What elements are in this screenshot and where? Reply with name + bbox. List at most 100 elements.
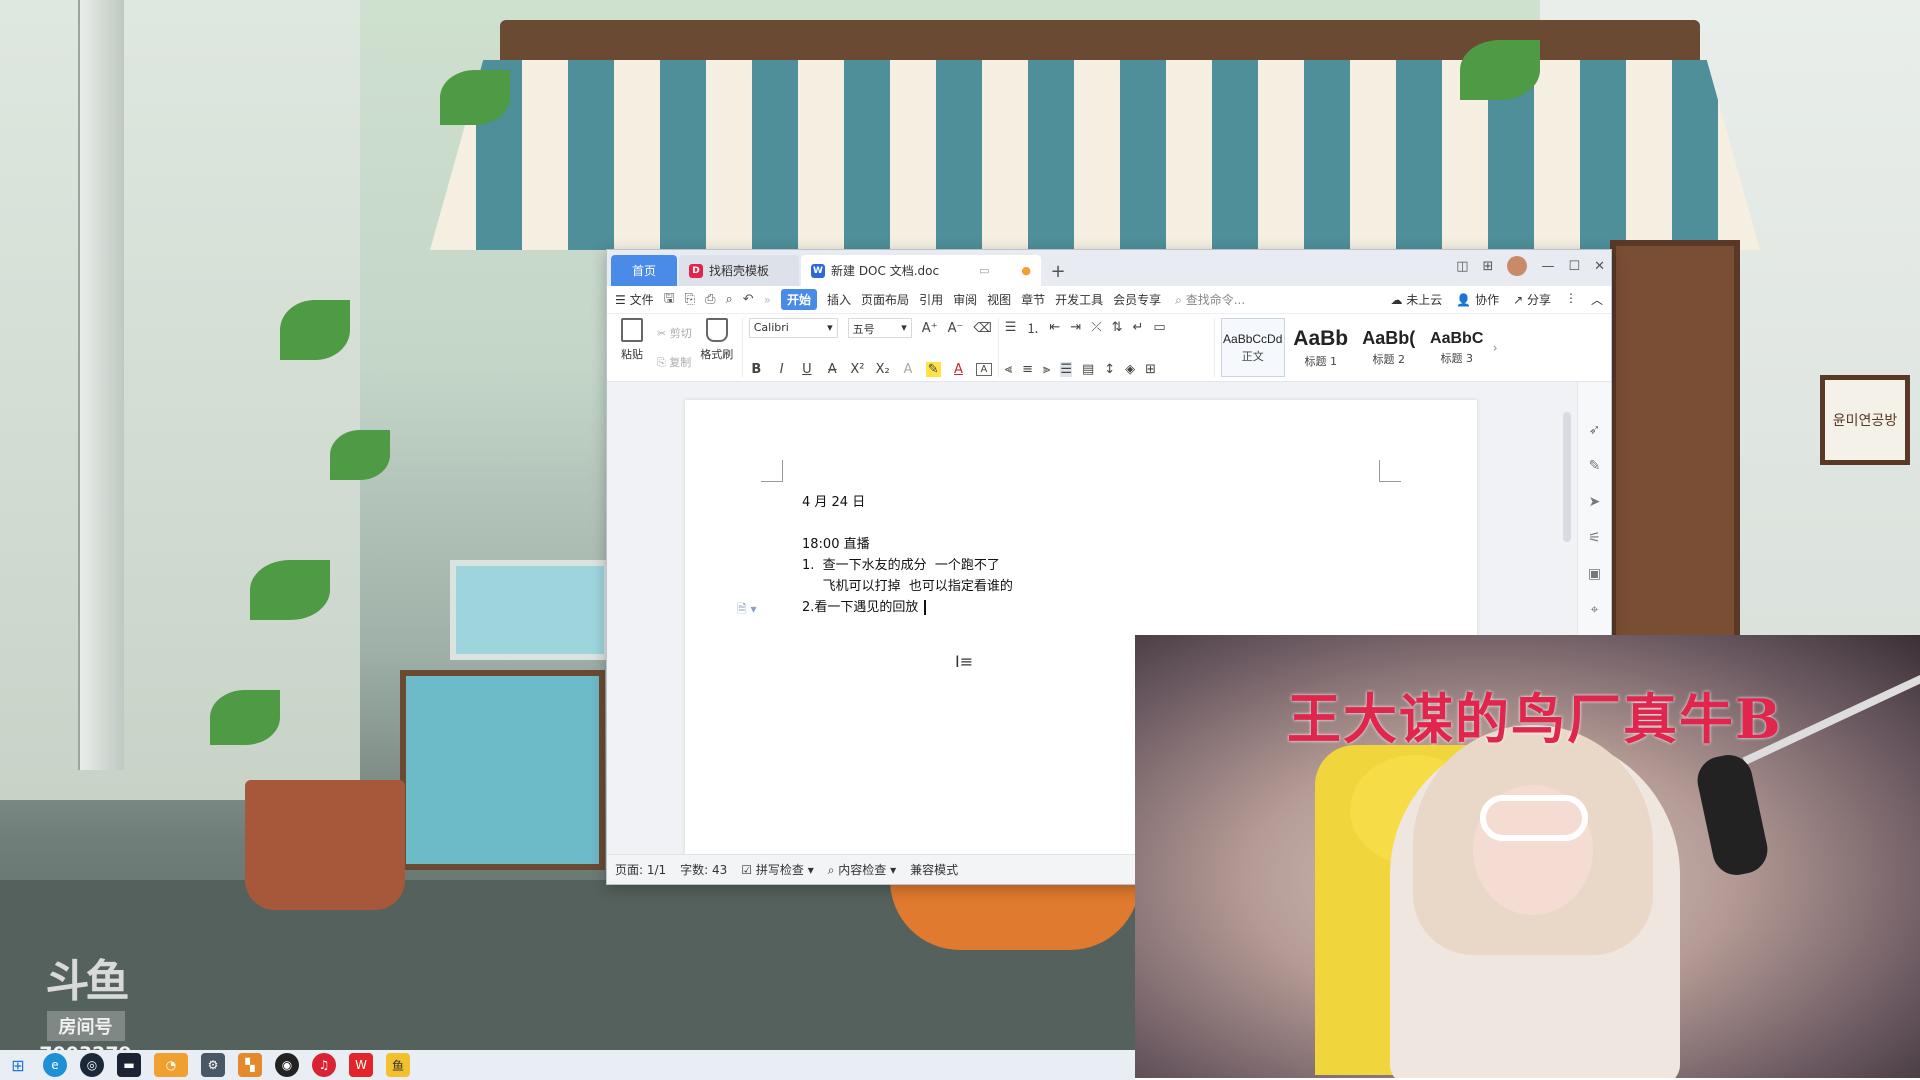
avatar[interactable] xyxy=(1507,256,1528,276)
content-check-button[interactable]: ⌕ 内容检查 ▾ xyxy=(828,861,896,878)
format-painter-button[interactable]: 格式刷 xyxy=(698,318,736,377)
undo-icon[interactable]: ↶ xyxy=(743,292,754,307)
menu-member[interactable]: 会员专享 xyxy=(1113,291,1161,308)
adjust-icon[interactable]: ⚟ xyxy=(1588,530,1601,546)
styles-more-icon[interactable]: › xyxy=(1493,318,1498,377)
style-normal[interactable]: AaBbCcDd 正文 xyxy=(1220,318,1285,377)
font-size-select[interactable]: 五号 ▾ xyxy=(847,318,912,338)
rocket-icon[interactable]: ➶ xyxy=(1589,422,1601,438)
superscript-icon[interactable]: X² xyxy=(850,362,865,377)
justify-icon[interactable]: ☰ xyxy=(1060,362,1072,377)
font-color-icon[interactable]: A xyxy=(951,362,966,377)
menu-layout[interactable]: 页面布局 xyxy=(861,291,909,308)
menu-references[interactable]: 引用 xyxy=(919,291,943,308)
command-search[interactable]: ⌕ 查找命令... xyxy=(1175,291,1245,308)
fox-illustration xyxy=(890,880,1140,950)
save-icon[interactable]: 🖫 xyxy=(664,289,675,311)
text-effect-icon[interactable]: A xyxy=(900,362,915,377)
monitor-icon[interactable]: ▭ xyxy=(979,264,989,277)
bullet-list-icon[interactable]: ☰ xyxy=(1005,320,1017,335)
share-button[interactable]: ↗ 分享 xyxy=(1513,291,1551,308)
menu-review[interactable]: 审阅 xyxy=(953,291,977,308)
close-icon[interactable]: ✕ xyxy=(1594,259,1605,274)
ruler-icon[interactable]: ▭ xyxy=(1153,320,1165,335)
kebab-icon[interactable]: ⋮ xyxy=(1565,291,1577,308)
line-spacing-icon[interactable]: ↕ xyxy=(1104,362,1115,377)
font-name-select[interactable]: Calibri ▾ xyxy=(748,318,838,338)
apps-grid-icon[interactable]: ⊞ xyxy=(1483,259,1494,274)
paragraph-handle-icon[interactable]: 🗎 ▾ xyxy=(737,600,757,621)
menu-view[interactable]: 视图 xyxy=(987,291,1011,308)
increase-indent-icon[interactable]: ⇥ xyxy=(1070,320,1081,335)
cloud-button[interactable]: ☁ 未上云 xyxy=(1390,291,1442,308)
menu-chapter[interactable]: 章节 xyxy=(1021,291,1045,308)
grow-font-icon[interactable]: A⁺ xyxy=(922,321,938,336)
paste-button[interactable]: 粘贴 xyxy=(613,318,651,377)
shrink-font-icon[interactable]: A⁻ xyxy=(948,321,964,336)
bold-icon[interactable]: B xyxy=(749,362,764,377)
steam-icon[interactable]: ◎ xyxy=(80,1053,104,1077)
show-marks-icon[interactable]: ↵ xyxy=(1133,320,1144,335)
minimize-icon[interactable]: — xyxy=(1541,259,1554,274)
spellcheck-button[interactable]: ☑ 拼写检查 ▾ xyxy=(741,861,813,878)
settings-icon[interactable]: ⚙ xyxy=(201,1053,225,1077)
distribute-icon[interactable]: ▤ xyxy=(1082,362,1094,377)
document-body[interactable]: 4 月 24 日 18:00 直播 1. 查一下水友的成分 一个跑不了 飞机可以… xyxy=(802,492,1013,618)
tab-docer[interactable]: D 找稻壳模板 xyxy=(679,255,799,286)
layout-icon[interactable]: ◫ xyxy=(1456,259,1468,274)
collab-button[interactable]: 👤 协作 xyxy=(1456,291,1499,308)
wps-icon[interactable]: W xyxy=(349,1053,373,1077)
new-tab-button[interactable]: + xyxy=(1043,256,1073,286)
print-icon[interactable]: ⎙ xyxy=(705,292,715,307)
subscript-icon[interactable]: X₂ xyxy=(875,362,890,377)
unsaved-dot-icon: ● xyxy=(1021,264,1031,277)
cut-button[interactable]: ✂ 剪切 xyxy=(657,325,692,341)
chinese-layout-icon[interactable]: ⤫ xyxy=(1091,320,1101,335)
word-count[interactable]: 字数: 43 xyxy=(680,861,727,878)
netease-music-icon[interactable]: ♫ xyxy=(312,1053,336,1077)
edge-icon[interactable]: e xyxy=(43,1053,67,1077)
export-icon[interactable]: ⎘ xyxy=(685,292,695,307)
collapse-ribbon-icon[interactable]: ︿ xyxy=(1591,291,1603,308)
char-border-icon[interactable]: A xyxy=(976,363,992,376)
style-heading-1[interactable]: AaBb 标题 1 xyxy=(1289,318,1353,377)
menu-start[interactable]: 开始 xyxy=(781,289,818,310)
strikethrough-icon[interactable]: A̶ xyxy=(825,362,840,377)
wechat-icon[interactable]: ◔ xyxy=(154,1053,188,1077)
image-icon[interactable]: ▣ xyxy=(1588,566,1601,582)
douyu-icon[interactable]: 鱼 xyxy=(386,1053,410,1077)
sort-icon[interactable]: ⇅ xyxy=(1112,320,1123,335)
select-arrow-icon[interactable]: ➤ xyxy=(1589,494,1601,510)
menu-developer[interactable]: 开发工具 xyxy=(1055,291,1103,308)
borders-icon[interactable]: ⊞ xyxy=(1145,362,1156,377)
style-heading-2[interactable]: AaBb(标题 2 xyxy=(1357,318,1421,377)
menu-file[interactable]: ☰ 文件 xyxy=(615,291,654,308)
preview-icon[interactable]: ⌕ xyxy=(725,292,732,307)
pen-icon[interactable]: ✎ xyxy=(1589,458,1601,474)
tab-document[interactable]: W 新建 DOC 文档.doc ▭ ● xyxy=(801,255,1041,286)
maximize-icon[interactable]: ☐ xyxy=(1568,259,1580,274)
webcam-overlay: 王大谋的鸟厂真牛B xyxy=(1135,635,1920,1078)
copy-button[interactable]: ⎘ 复制 xyxy=(657,354,692,370)
clear-format-icon[interactable]: ⌫ xyxy=(973,321,991,336)
style-heading-3[interactable]: AaBbC 标题 3 xyxy=(1425,318,1489,377)
microphone xyxy=(1693,750,1772,880)
start-icon[interactable]: ⊞ xyxy=(6,1053,30,1077)
tab-home[interactable]: 首页 xyxy=(611,255,677,286)
vertical-scrollbar[interactable] xyxy=(1563,412,1571,542)
location-icon[interactable]: ⌖ xyxy=(1591,602,1599,618)
highlight-icon[interactable]: ✎ xyxy=(925,362,941,377)
more-icon[interactable]: » xyxy=(764,293,771,307)
game-icon[interactable]: ▚ xyxy=(238,1053,262,1077)
obs-icon[interactable]: ◉ xyxy=(275,1053,299,1077)
numbered-list-icon[interactable]: ⒈ xyxy=(1026,318,1039,337)
align-center-icon[interactable]: ≡ xyxy=(1022,362,1033,377)
italic-icon[interactable]: I xyxy=(774,362,789,377)
shading-icon[interactable]: ◈ xyxy=(1125,362,1135,377)
terminal-icon[interactable]: ▬ xyxy=(117,1053,141,1077)
underline-icon[interactable]: U xyxy=(799,362,814,377)
align-right-icon[interactable]: ⫸ xyxy=(1043,362,1050,377)
menu-insert[interactable]: 插入 xyxy=(827,291,851,308)
align-left-icon[interactable]: ⫷ xyxy=(1005,362,1012,377)
decrease-indent-icon[interactable]: ⇤ xyxy=(1049,320,1060,335)
